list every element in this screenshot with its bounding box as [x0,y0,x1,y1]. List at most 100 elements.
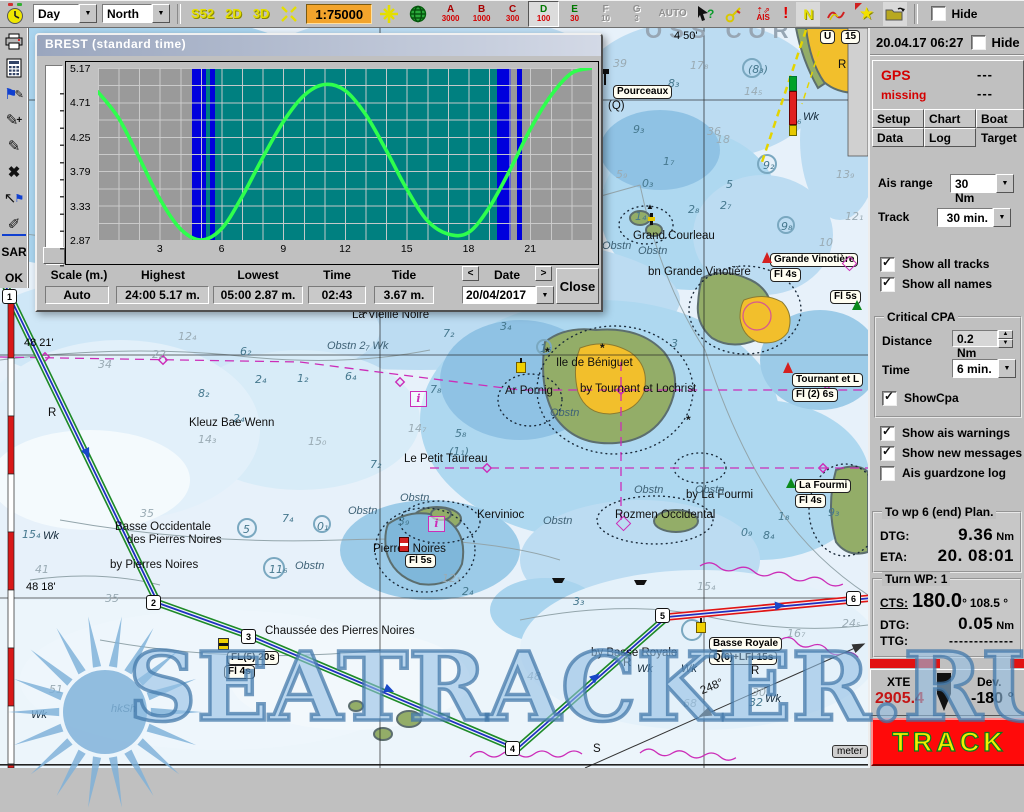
orientation-select[interactable]: North ▼ [102,4,170,23]
checkbox-showcpa[interactable] [882,391,897,406]
depth-sounding: 13₉ [836,168,854,181]
tab-boat[interactable]: Boat [976,109,1024,128]
spin-up-icon[interactable]: ▲ [998,330,1013,339]
tab-chart[interactable]: Chart [924,109,976,128]
route-edit-icon[interactable]: ⚑✎ [2,84,26,104]
marker-icon[interactable]: ✐ [2,214,26,236]
edit-point-icon[interactable]: ✎ [2,136,26,156]
checkbox-label: Ais guardzone log [902,466,1006,480]
map-label: by Tournant et Lochrist [580,383,696,395]
close-button[interactable]: Close [556,268,599,304]
cursor-flag-icon[interactable]: ↖⚑ [2,188,26,208]
tab-setup[interactable]: Setup [872,109,924,128]
calculator-icon[interactable] [2,58,26,78]
range-c-button[interactable]: C300 [497,1,528,27]
critical-cpa-group: Critical CPA Distance 0.2 Nm ▲▼ Time 6 m… [874,316,1022,418]
depth-sounding: 9₃ [828,506,839,519]
waypoint-4[interactable]: 4 [505,741,520,756]
open-folder-icon[interactable] [883,2,907,26]
tab-data[interactable]: Data [872,128,924,147]
chevron-down-icon[interactable]: ▼ [152,4,170,23]
print-icon[interactable] [2,32,26,52]
fullscreen-icon[interactable] [277,2,301,26]
delete-icon[interactable]: ✖ [2,162,26,182]
track-line-icon[interactable] [825,2,849,26]
range-auto-button[interactable]: AUTO [657,1,688,27]
route-key-icon[interactable] [722,2,746,26]
s52-button[interactable]: S52 [188,6,217,21]
checkbox-show-new-messages[interactable] [880,446,895,461]
checkbox-show-ais-warnings[interactable] [880,426,895,441]
range-d-button[interactable]: D100 [528,1,559,27]
chevron-down-icon[interactable]: ▼ [996,174,1014,193]
range-g-button[interactable]: G3 [621,1,652,27]
depth-sounding: 5₈ [455,427,466,440]
globe-icon[interactable] [406,2,430,26]
sar-button[interactable]: SAR [2,242,26,262]
checkbox-show-all-tracks[interactable] [880,257,895,272]
light-label: Fl 4s [770,268,801,282]
cursor-query-icon[interactable]: ? [693,2,717,26]
ais-icon[interactable]: ⇡⇗ AIS [751,2,775,26]
dialog-titlebar[interactable]: BREST (standard time) [37,35,601,56]
range-e-button[interactable]: E30 [559,1,590,27]
map-label: (Q) [608,100,625,112]
map-label: Wk [803,111,819,123]
range-a-button[interactable]: A3000 [435,1,466,27]
pan-icon[interactable] [377,2,401,26]
lowest-header: Lowest [214,268,302,282]
lead-lights-icon [789,76,795,136]
track-length-select[interactable]: 30 min. ▼ [937,208,1011,227]
view-3d-button[interactable]: 3D [250,6,273,21]
palette-select[interactable]: Day ▼ [33,4,97,23]
date-select[interactable]: 20/04/2017 ▼ [462,286,554,304]
hide-panel-checkbox[interactable] [971,35,986,50]
tide-dialog[interactable]: BREST (standard time) 5.174.714.253.793.… [35,33,603,312]
next-day-button[interactable]: > [535,266,552,281]
view-2d-button[interactable]: 2D [222,6,245,21]
range-b-button[interactable]: B1000 [466,1,497,27]
map-label: Obstn [695,484,724,496]
favorites-star-icon[interactable]: ★ [854,2,878,26]
turn-waypoint-panel: Turn WP: 1 CTS: 180.0 ° 108.5 ° DTG: 0.0… [872,578,1022,658]
ais-range-select[interactable]: 30 Nm ▼ [950,174,1014,193]
waypoint-1[interactable]: 1 [2,289,17,304]
map-label: Obstn 2₇ Wk [327,340,388,352]
tab-log[interactable]: Log [924,128,976,147]
depth-sounding: 2₈ [688,203,699,216]
prev-day-button[interactable]: < [462,266,479,281]
scale-value[interactable]: Auto [45,286,109,304]
waypoint-6[interactable]: 6 [846,591,861,606]
clock-icon[interactable] [4,2,28,26]
ais-display-checkboxes: Show all tracksShow all names [880,254,992,294]
add-point-icon[interactable]: ✎+ [2,110,26,130]
range-f-button[interactable]: F10 [590,1,621,27]
chevron-down-icon[interactable]: ▼ [536,286,554,304]
ok-button[interactable]: OK [2,268,26,288]
cpa-time-select[interactable]: 6 min. ▼ [952,359,1016,378]
dev-label: Dev. [977,675,1001,689]
chevron-down-icon[interactable]: ▼ [998,359,1016,378]
y-axis-label: 4.71 [70,97,97,109]
cpa-distance-stepper[interactable]: 0.2 Nm ▲▼ [952,330,1013,348]
cpa-distance-value: 0.2 Nm [952,330,998,347]
waypoint-2[interactable]: 2 [146,595,161,610]
chevron-down-icon[interactable]: ▼ [79,4,97,23]
scale-display[interactable]: 1:75000 [306,4,372,24]
checkbox-ais-guardzone-log[interactable] [880,466,895,481]
track-button[interactable]: TRACK [871,718,1024,766]
alarm-icon[interactable]: ! [780,5,791,23]
red-beacon-icon [783,362,793,373]
separator [177,4,181,24]
y-axis-label: 3.33 [70,201,97,213]
route-monitor-button[interactable]: N [796,2,820,26]
chevron-down-icon[interactable]: ▼ [993,208,1011,227]
waypoint-3[interactable]: 3 [241,629,256,644]
checkbox-show-all-names[interactable] [880,277,895,292]
depth-sounding: 0₃ [642,177,653,190]
waypoint-5[interactable]: 5 [655,608,670,623]
tab-target[interactable]: Target [976,128,1024,147]
map-label: Wk [637,663,653,675]
spin-down-icon[interactable]: ▼ [998,339,1013,348]
hide-toolbar-checkbox[interactable] [931,6,946,21]
